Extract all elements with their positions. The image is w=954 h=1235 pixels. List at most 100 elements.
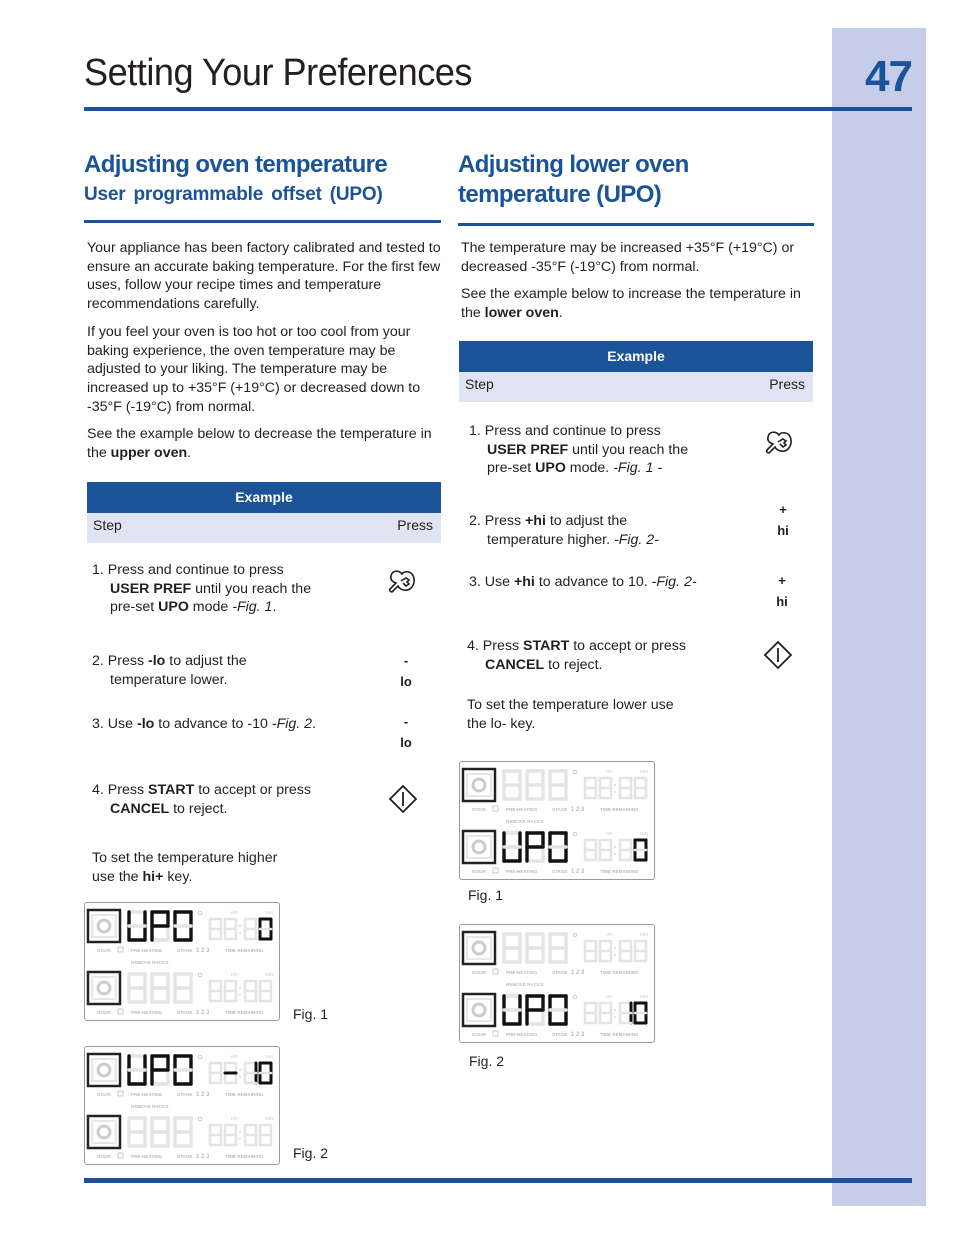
time-remaining-label: TIME REMAINING — [225, 1092, 264, 1097]
lcd-digit — [150, 972, 170, 1004]
preheating-label: PRE-HEATING — [506, 1032, 538, 1037]
left-step-1: 1. Press and continue to press USER PREF… — [92, 562, 312, 616]
remove-racks-label: REMOVE RACKS — [506, 982, 544, 987]
lcd-digit — [223, 917, 238, 941]
right-intro: See the example below to increase the te… — [461, 286, 801, 321]
right-step-1: 1. Press and continue to press USER PREF… — [469, 423, 689, 477]
fig-label: Fig. 2 — [293, 1145, 329, 1161]
header-rule — [84, 107, 912, 111]
lcd-digit — [258, 979, 273, 1003]
page-title: Setting Your Preferences — [84, 52, 472, 94]
hi-key-button[interactable]: + hi — [772, 570, 792, 612]
lcd-digit — [633, 939, 648, 963]
lcd-digit — [173, 910, 193, 942]
lcd-digit — [243, 1061, 258, 1085]
remove-racks-label: REMOVE RACKS — [131, 1104, 169, 1109]
door-label: DOOR — [472, 869, 486, 874]
left-paragraph-1: Your appliance has been factory calibrat… — [87, 240, 441, 313]
lcd-digit — [583, 1001, 598, 1025]
lcd-digit — [618, 776, 633, 800]
preheating-label: PRE-HEATING — [131, 948, 163, 953]
lcd-digit — [525, 994, 545, 1026]
lcd-digit — [525, 769, 545, 801]
lcd-digit — [150, 910, 170, 942]
hi-key-button[interactable]: + hi — [773, 499, 793, 541]
lcd-digit — [583, 776, 598, 800]
stage-label: STAGE — [552, 869, 567, 874]
lcd-digit — [583, 838, 598, 862]
preheating-label: PRE-HEATING — [506, 970, 538, 975]
oven-display-fig2: HR MIN DOOR PRE-HEATING STAGE 1 2 3 TIME REMAI… — [459, 924, 655, 1043]
door-label: DOOR — [472, 807, 486, 812]
stage-label: STAGE — [552, 1032, 567, 1037]
stage-label: STAGE — [177, 1092, 192, 1097]
lcd-digit — [633, 838, 648, 862]
min-label: MIN — [265, 1116, 273, 1121]
lcd-digit — [618, 939, 633, 963]
time-remaining-label: TIME REMAINING — [600, 1032, 639, 1037]
lcd-digit — [502, 994, 522, 1026]
stage-numbers: 1 2 3 — [196, 1154, 210, 1160]
lcd-digit — [173, 972, 193, 1004]
stage-numbers: 1 2 3 — [571, 1032, 585, 1038]
stage-label: STAGE — [552, 807, 567, 812]
oven-display-fig1: HR MIN DOOR PRE-HEATING STAGE 1 2 3 TIME REMAI… — [84, 902, 280, 1021]
oven-fan-icon — [86, 970, 122, 1006]
lcd-digit — [583, 939, 598, 963]
stage-numbers: 1 2 3 — [571, 869, 585, 875]
left-step-4: 4. Press START to accept or press CANCEL… — [92, 782, 311, 817]
press-column-label: Press — [769, 376, 805, 392]
door-label: DOOR — [472, 1032, 486, 1037]
time-remaining-label: TIME REMAINING — [600, 807, 639, 812]
oven-fan-icon — [461, 829, 497, 865]
lo-key-button[interactable]: - lo — [396, 711, 416, 753]
left-heading-rule — [84, 220, 441, 223]
remove-racks-label: REMOVE RACKS — [506, 819, 544, 824]
page-number: 47 — [865, 52, 913, 101]
user-pref-wrench-icon[interactable] — [387, 569, 417, 595]
right-step-2: 2. Press +hi to adjust the temperature h… — [469, 513, 659, 548]
remove-racks-label: REMOVE RACKS — [131, 960, 169, 965]
lcd-digit — [173, 1116, 193, 1148]
lcd-digit — [258, 1061, 273, 1085]
left-step-2: 2. Press -lo to adjust the temperature l… — [92, 653, 247, 688]
user-pref-wrench-icon[interactable] — [764, 430, 794, 456]
lcd-digit — [127, 1054, 147, 1086]
oven-display-fig2: HR MIN DOOR PRE-HEATING STAGE 1 2 3 TIME REMAI… — [84, 1046, 280, 1165]
door-label: DOOR — [472, 970, 486, 975]
lcd-digit — [548, 932, 568, 964]
lcd-digit — [618, 838, 633, 862]
left-subheading: User programmable offset (UPO) — [84, 184, 383, 205]
time-remaining-label: TIME REMAINING — [600, 869, 639, 874]
lcd-digit — [598, 776, 613, 800]
intro-end: . — [187, 444, 192, 461]
lo-key-button[interactable]: - lo — [396, 650, 416, 692]
page-side-band — [832, 28, 926, 1206]
hr-label: HR — [606, 831, 613, 836]
start-diamond-icon[interactable] — [763, 640, 793, 670]
door-label: DOOR — [97, 1010, 111, 1015]
stage-label: STAGE — [177, 948, 192, 953]
right-example-header: Example — [459, 341, 813, 372]
start-diamond-icon[interactable] — [388, 784, 418, 814]
min-label: MIN — [265, 972, 273, 977]
fig-label: Fig. 2 — [469, 1053, 505, 1069]
lcd-digit — [502, 831, 522, 863]
min-label: MIN — [640, 769, 648, 774]
lcd-digit — [208, 979, 223, 1003]
right-step-3: 3. Use +hi to advance to 10. -Fig. 2- — [469, 574, 697, 590]
oven-fan-icon — [86, 1052, 122, 1088]
step-column-label: Step — [93, 517, 122, 533]
lcd-digit — [208, 1061, 223, 1085]
left-intro: See the example below to decrease the te… — [87, 425, 445, 462]
lcd-digit — [223, 979, 238, 1003]
stage-label: STAGE — [177, 1154, 192, 1159]
min-label: MIN — [265, 1054, 273, 1059]
hr-label: HR — [231, 1116, 238, 1121]
press-column-label: Press — [397, 517, 433, 533]
hr-label: HR — [606, 932, 613, 937]
preheating-label: PRE-HEATING — [506, 807, 538, 812]
hr-label: HR — [231, 910, 238, 915]
lcd-digit — [243, 979, 258, 1003]
lcd-digit — [243, 1123, 258, 1147]
